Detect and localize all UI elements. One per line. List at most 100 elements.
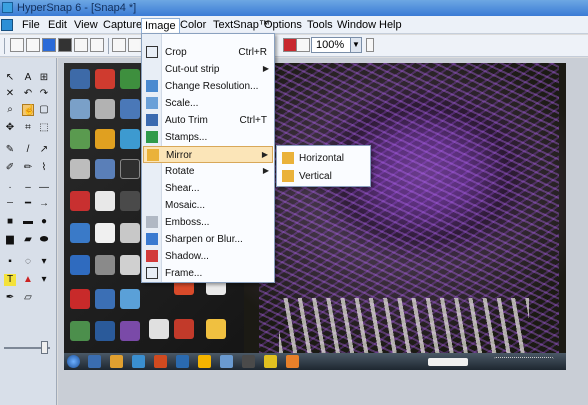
arrow-line-icon[interactable]: → [38,198,50,210]
filled-round-rect-icon[interactable]: ▰ [22,234,34,246]
pencil-tool-icon[interactable]: ✏ [22,162,34,174]
toolbar-options-icon[interactable] [366,38,374,52]
open-icon[interactable] [26,38,40,52]
submenu-item-horizontal[interactable]: Horizontal [279,149,369,167]
eyedropper-icon[interactable]: ✒ [4,292,16,304]
menu-tools[interactable]: Tools [304,18,336,33]
stamp-tool-icon[interactable]: ⊞ [38,72,50,84]
menu-window[interactable]: Window [334,18,379,33]
hypersnap-app-icon[interactable] [2,2,13,13]
taskbar [64,353,566,370]
menu-item-stamps[interactable]: Stamps... [143,129,273,146]
save-all-icon[interactable] [58,38,72,52]
pen-tool-icon[interactable]: ✐ [4,162,16,174]
taskbar-app-icon [286,355,299,368]
menu-help[interactable]: Help [376,18,405,33]
dashed-line-icon[interactable]: ┄ [4,198,16,210]
record-icon[interactable] [283,38,297,52]
eraser-icon[interactable]: ▱ [22,292,34,304]
solid-line-icon[interactable]: — [38,182,50,194]
rounded-rect-tool-icon[interactable]: ▬ [22,216,34,228]
delete-icon[interactable]: ✕ [4,88,16,100]
zoom-icon[interactable] [296,38,310,52]
crop-tool-icon[interactable]: ⌗ [22,122,34,134]
pointer-tool-icon[interactable]: ☝ [22,104,35,116]
desktop-icon [95,99,115,119]
brush-tool-icon[interactable]: ⌇ [38,162,50,174]
submenu-arrow-icon: ▶ [262,166,269,175]
menu-item-frame[interactable]: Frame... [143,265,273,282]
fill-color-icon[interactable]: ▪ [4,256,16,268]
toolbar-grip [4,38,5,54]
menu-item-scale[interactable]: Scale... [143,95,273,112]
rotate-icon [146,165,158,177]
desktop-icon [70,69,90,89]
submenu-item-vertical[interactable]: Vertical [279,167,369,185]
dot-line-icon[interactable]: · [4,182,16,194]
menu-color[interactable]: Color [177,18,209,33]
crop-icon [146,46,158,58]
opacity-slider-thumb[interactable] [41,341,48,354]
mirror-submenu: Horizontal Vertical [276,145,371,187]
toolbar-separator [108,38,109,54]
save-icon[interactable] [42,38,56,52]
redo-icon[interactable]: ↷ [38,88,50,100]
select-region-icon[interactable]: ▢ [38,104,50,116]
taskbar-app-icon [110,355,123,368]
menu-item-shadow[interactable]: Shadow... [143,248,273,265]
system-tray [494,357,554,366]
thistle-spikes [279,298,529,353]
text-color-icon[interactable]: T [4,274,16,286]
taskbar-app-icon [88,355,101,368]
desktop-icon [120,223,140,243]
menu-capture[interactable]: Capture [100,18,145,33]
ellipse-tool-icon[interactable]: ● [38,216,50,228]
taskbar-app-icon [264,355,277,368]
marquee-tool-icon[interactable]: ⬚ [38,122,50,134]
new-icon[interactable] [10,38,24,52]
pan-tool-icon[interactable]: ✥ [4,122,16,134]
menu-item-cutout-strip[interactable]: Cut-out strip ▶ [143,61,273,78]
properties-icon[interactable] [112,38,126,52]
menu-file[interactable]: File [19,18,43,33]
menu-item-crop[interactable]: Crop Ctrl+R [143,44,273,61]
desktop-icon [70,129,90,149]
menu-item-shear[interactable]: Shear... [143,180,273,197]
highlight-color-icon[interactable]: ▲ [22,274,34,286]
scale-icon [146,97,158,109]
undo-icon[interactable]: ↶ [22,88,34,100]
menu-image[interactable]: Image [141,18,180,33]
print-preview-icon[interactable] [90,38,104,52]
line-tool-icon[interactable]: / [22,144,34,156]
dash-line-icon[interactable]: – [22,182,34,194]
menu-item-change-resolution[interactable]: Change Resolution... [143,78,273,95]
filled-rect-icon[interactable]: ▆ [4,234,16,246]
filled-ellipse-icon[interactable]: ⬬ [38,234,50,246]
select-icon[interactable]: ↖ [4,72,16,84]
menu-view[interactable]: View [71,18,101,33]
print-icon[interactable] [74,38,88,52]
highlight-tool-icon[interactable]: ✎ [4,144,16,156]
system-menu-icon[interactable] [1,19,13,31]
copy-icon[interactable] [128,38,142,52]
rectangle-tool-icon[interactable]: ■ [4,216,16,228]
captured-screenshot[interactable] [64,63,566,370]
menu-item-mosaic[interactable]: Mosaic... [143,197,273,214]
start-button-icon [67,355,80,368]
arrow-tool-icon[interactable]: ↗ [38,144,50,156]
thick-line-icon[interactable]: ━ [22,198,34,210]
color-picker-dropdown-icon[interactable]: ▾ [38,274,50,286]
shadow-icon [146,250,158,262]
color-dropdown-icon[interactable]: ▾ [38,256,50,268]
menu-item-emboss[interactable]: Emboss... [143,214,273,231]
chevron-down-icon[interactable]: ▼ [350,37,362,53]
menu-item-sharpen-blur[interactable]: Sharpen or Blur... [143,231,273,248]
zoom-tool-icon[interactable]: ⌕ [4,104,16,116]
menu-options[interactable]: Options [261,18,305,33]
menu-item-mirror[interactable]: Mirror ▶ [143,146,273,163]
menu-item-rotate[interactable]: Rotate ▶ [143,163,273,180]
menu-item-auto-trim[interactable]: Auto Trim Ctrl+T [143,112,273,129]
border-color-icon[interactable]: ◌ [22,256,34,268]
text-tool-icon[interactable]: A [22,72,34,84]
menu-edit[interactable]: Edit [45,18,70,33]
